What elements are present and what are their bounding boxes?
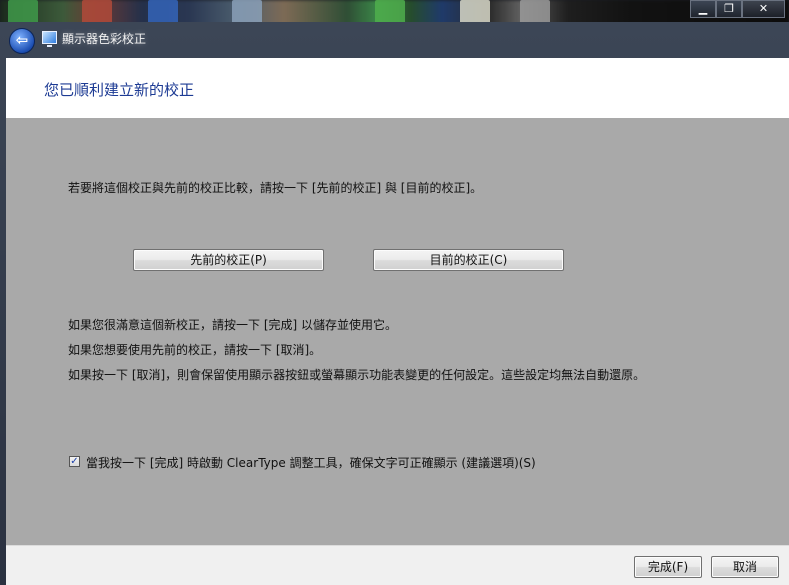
desktop-icon [8, 0, 38, 24]
info-line-2: 如果您想要使用先前的校正，請按一下 [取消]。 [68, 343, 322, 357]
finish-button[interactable]: 完成(F) [634, 556, 702, 578]
minimize-button[interactable]: ▁ [690, 0, 716, 18]
close-button[interactable]: ✕ [742, 0, 785, 18]
footer-bar: 完成(F) 取消 [6, 545, 789, 585]
desktop-icon [82, 0, 112, 24]
window-title: 顯示器色彩校正 [62, 32, 147, 46]
page-title: 您已順利建立新的校正 [44, 81, 195, 99]
desktop-icon [520, 0, 550, 24]
back-arrow-icon[interactable]: ⇦ [9, 28, 35, 54]
window: ⇦ 顯示器色彩校正 ▁ ❐ ✕ 您已順利建立新的校正 若要將這個校正與先前的校正… [0, 0, 789, 585]
desktop-icon [460, 0, 490, 24]
window-controls: ▁ ❐ ✕ [690, 0, 785, 18]
current-calibration-button[interactable]: 目前的校正(C) [373, 249, 564, 271]
maximize-button[interactable]: ❐ [716, 0, 742, 18]
previous-calibration-button[interactable]: 先前的校正(P) [133, 249, 324, 271]
cleartype-checkbox[interactable]: ✓ [69, 456, 80, 467]
title-bar: ⇦ 顯示器色彩校正 ▁ ❐ ✕ [0, 0, 789, 58]
desktop-icon [232, 0, 262, 24]
header-band: 您已順利建立新的校正 [6, 58, 789, 118]
wizard-content: 您已順利建立新的校正 若要將這個校正與先前的校正比較，請按一下 [先前的校正] … [6, 58, 789, 585]
cleartype-checkbox-label[interactable]: 當我按一下 [完成] 時啟動 ClearType 調整工具，確保文字可正確顯示 … [86, 454, 536, 471]
cancel-button[interactable]: 取消 [711, 556, 779, 578]
compare-instructions: 若要將這個校正與先前的校正比較，請按一下 [先前的校正] 與 [目前的校正]。 [68, 181, 483, 195]
desktop-icon [375, 0, 405, 24]
desktop-icon [148, 0, 178, 24]
info-line-3: 如果按一下 [取消]，則會保留使用顯示器按鈕或螢幕顯示功能表變更的任何設定。這些… [68, 368, 646, 382]
monitor-icon [42, 31, 57, 47]
info-line-1: 如果您很滿意這個新校正，請按一下 [完成] 以儲存並使用它。 [68, 318, 397, 332]
